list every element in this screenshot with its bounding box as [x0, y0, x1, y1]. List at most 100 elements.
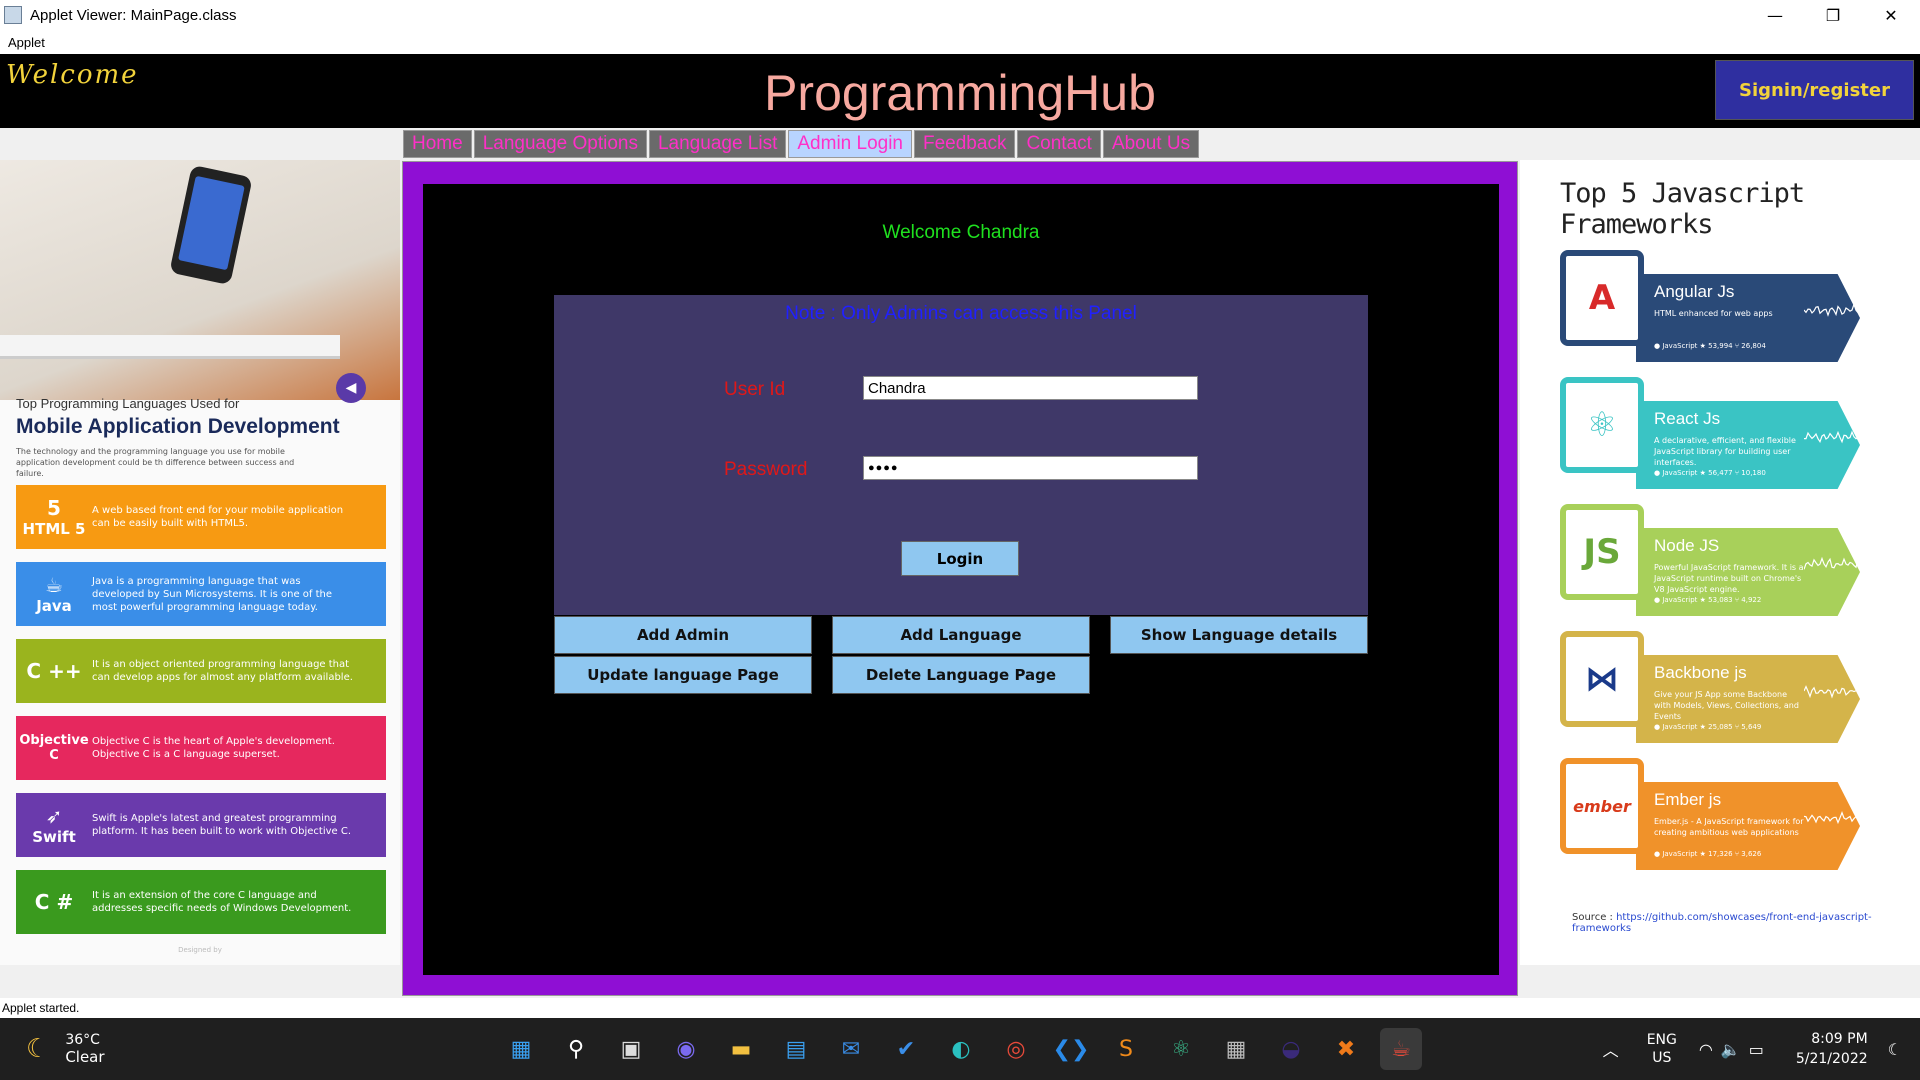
password-label: Password: [724, 459, 807, 481]
restore-button[interactable]: ❐: [1804, 0, 1862, 30]
eclipse-icon[interactable]: ◒: [1270, 1028, 1312, 1070]
framework-stats: ● JavaScript ★ 53,083 ⑂ 4,922: [1654, 596, 1761, 604]
react-icon: ⚛: [1560, 377, 1644, 473]
edge-icon[interactable]: ◐: [940, 1028, 982, 1070]
admin-panel: Welcome Chandra Note : Only Admins can a…: [423, 184, 1499, 975]
framework-name: Angular Js: [1654, 282, 1734, 302]
swift-icon: ➶: [46, 804, 63, 828]
language-card: C ++ It is an object oriented programming…: [16, 639, 386, 703]
admin-panel-frame: Welcome Chandra Note : Only Admins can a…: [402, 161, 1518, 996]
delete-language-page-button[interactable]: Delete Language Page: [832, 656, 1090, 694]
applet-status-bar: Applet started.: [0, 998, 1920, 1018]
tab-home[interactable]: Home: [403, 130, 472, 158]
signin-register-button[interactable]: Signin/register: [1715, 60, 1914, 120]
weather-temp: 36°C: [65, 1032, 104, 1048]
date: 5/21/2022: [1796, 1049, 1868, 1069]
chrome-icon[interactable]: ◎: [995, 1028, 1037, 1070]
tab-contact[interactable]: Contact: [1017, 130, 1100, 158]
tab-language-list[interactable]: Language List: [649, 130, 786, 158]
login-button[interactable]: Login: [901, 541, 1019, 576]
atom-icon[interactable]: ⚛: [1160, 1028, 1202, 1070]
menu-applet[interactable]: Applet: [8, 35, 45, 50]
language-card: C # It is an extension of the core C lang…: [16, 870, 386, 934]
todo-icon[interactable]: ✔: [885, 1028, 927, 1070]
tab-about-us[interactable]: About Us: [1103, 130, 1199, 158]
mail-icon[interactable]: ✉: [830, 1028, 872, 1070]
sparkline-icon: [1804, 300, 1860, 320]
sublime-icon[interactable]: S: [1105, 1028, 1147, 1070]
play-icon: ◀: [336, 373, 366, 403]
weather-condition: Clear: [65, 1048, 104, 1066]
time: 8:09 PM: [1796, 1029, 1868, 1049]
source-credit: Source : https://github.com/showcases/fr…: [1572, 912, 1920, 934]
tab-admin-login[interactable]: Admin Login: [788, 130, 912, 158]
framework-card: A Angular Js HTML enhanced for web apps ● J…: [1560, 250, 1884, 362]
userid-input[interactable]: Chandra: [863, 376, 1198, 400]
language-card: ➶ Swift Swift is Apple's latest and greate…: [16, 793, 386, 857]
java-icon: ☕: [45, 573, 63, 597]
clock[interactable]: 8:09 PM 5/21/2022: [1796, 1029, 1868, 1069]
window-title: Applet Viewer: MainPage.class: [30, 7, 237, 24]
wifi-volume-battery-icons[interactable]: ◠🔈▭: [1699, 1040, 1772, 1059]
minimize-button[interactable]: —: [1746, 0, 1804, 30]
infographic-description: The technology and the programming langu…: [16, 446, 306, 479]
tab-language-options[interactable]: Language Options: [474, 130, 647, 158]
store-icon[interactable]: ▤: [775, 1028, 817, 1070]
framework-desc: HTML enhanced for web apps: [1654, 308, 1804, 319]
source-link[interactable]: https://github.com/showcases/front-end-j…: [1572, 912, 1872, 934]
xampp-icon[interactable]: ✖: [1325, 1028, 1367, 1070]
infographic-title: Mobile Application Development: [16, 415, 340, 439]
framework-name: Ember js: [1654, 790, 1721, 810]
show-language-details-button[interactable]: Show Language details: [1110, 616, 1368, 654]
java-app-icon: [4, 6, 22, 24]
java-icon[interactable]: ☕: [1380, 1028, 1422, 1070]
sparkline-icon: [1804, 554, 1860, 574]
menu-bar: Applet: [0, 30, 1920, 54]
infographic-subtitle: Top Programming Languages Used for: [16, 396, 239, 411]
desk-photo: [0, 160, 400, 400]
brand-title: ProgrammingHub: [0, 64, 1920, 122]
framework-stats: ● JavaScript ★ 53,994 ⑂ 26,804: [1654, 342, 1766, 350]
password-input[interactable]: ●●●●: [863, 456, 1198, 480]
framework-desc: A declarative, efficient, and flexible J…: [1654, 435, 1804, 468]
language-indicator[interactable]: ENG US: [1647, 1031, 1677, 1067]
focus-assist-icon[interactable]: ☾: [1888, 1040, 1902, 1059]
tab-feedback[interactable]: Feedback: [914, 130, 1015, 158]
language-card-name: Swift: [32, 828, 76, 846]
backbone-icon: ⋈: [1560, 631, 1644, 727]
add-language-button[interactable]: Add Language: [832, 616, 1090, 654]
windows-start-icon[interactable]: ▦: [500, 1028, 542, 1070]
calculator-icon[interactable]: ▦: [1215, 1028, 1257, 1070]
framework-name: React Js: [1654, 409, 1720, 429]
left-infographic: ◀ Top Programming Languages Used for Mob…: [0, 160, 400, 965]
ember-icon: ember: [1560, 758, 1644, 854]
window-controls: — ❐ ✕: [1746, 0, 1920, 30]
file-explorer-icon[interactable]: ▬: [720, 1028, 762, 1070]
login-form: Note : Only Admins can access this Panel…: [554, 295, 1368, 615]
framework-stats: ● JavaScript ★ 17,326 ⑂ 3,626: [1654, 850, 1761, 858]
userid-label: User Id: [724, 379, 785, 401]
framework-stats: ● JavaScript ★ 56,477 ⑂ 10,180: [1654, 469, 1766, 477]
language-card-text: It is an extension of the core C languag…: [92, 889, 386, 915]
chevron-up-icon[interactable]: ︿: [1603, 1037, 1619, 1061]
language-card-text: Swift is Apple's latest and greatest pro…: [92, 812, 386, 838]
language-card-name: C ++: [26, 659, 81, 683]
close-button[interactable]: ✕: [1862, 0, 1920, 30]
language-card-text: It is an object oriented programming lan…: [92, 658, 386, 684]
node-icon: JS: [1560, 504, 1644, 600]
framework-card: ember Ember js Ember.js - A JavaScript fra…: [1560, 758, 1884, 870]
sparkline-icon: [1804, 808, 1860, 828]
task-view-icon[interactable]: ▣: [610, 1028, 652, 1070]
framework-card: ⚛ React Js A declarative, efficient, and f…: [1560, 377, 1884, 489]
weather-widget[interactable]: ☾ 36°C Clear: [26, 1032, 105, 1066]
teams-chat-icon[interactable]: ◉: [665, 1028, 707, 1070]
windows-taskbar: ☾ 36°C Clear ▦ ⚲ ▣ ◉ ▬ ▤ ✉ ✔ ◐ ◎ ❮❯ S ⚛ ▦ ◒ ✖ ☕ ︿ ENG US…: [0, 1018, 1920, 1080]
search-icon[interactable]: ⚲: [555, 1028, 597, 1070]
angular-icon: A: [1560, 250, 1644, 346]
update-language-page-button[interactable]: Update language Page: [554, 656, 812, 694]
status-text: Applet started.: [2, 1001, 79, 1015]
vscode-icon[interactable]: ❮❯: [1050, 1028, 1092, 1070]
frameworks-title: Top 5 Javascript Frameworks: [1560, 178, 1920, 240]
add-admin-button[interactable]: Add Admin: [554, 616, 812, 654]
language-card-text: A web based front end for your mobile ap…: [92, 504, 386, 530]
